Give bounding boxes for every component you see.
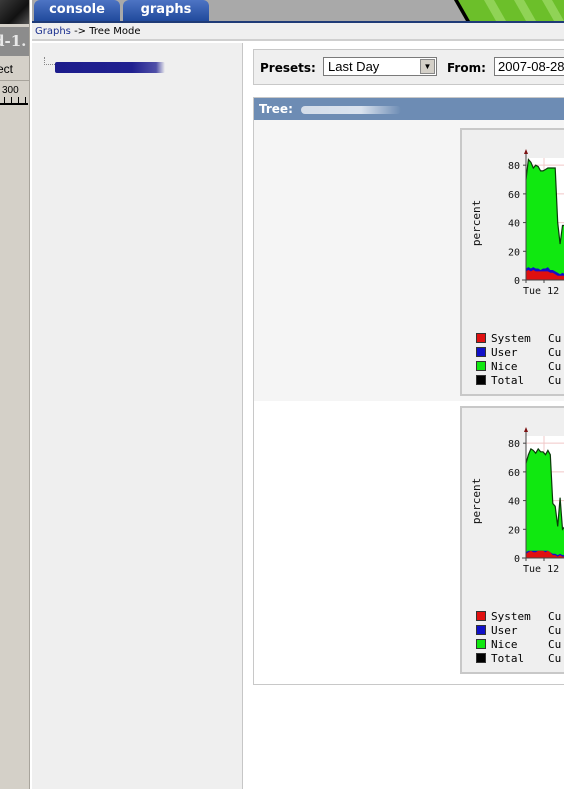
legend-item: User Cu: [476, 624, 564, 638]
legend-item: System Cu: [476, 332, 564, 346]
graph-legend: System Cu User Cu Nice Cu Total Cu: [476, 610, 564, 666]
legend-name: System: [491, 332, 531, 345]
background-thumbnail: [0, 0, 29, 24]
brand-logo: [444, 0, 564, 21]
y-axis-label: percent: [470, 200, 483, 246]
y-tick-label: 80: [508, 439, 520, 450]
y-tick-label: 20: [508, 247, 520, 258]
y-tick-label: 40: [508, 497, 520, 508]
legend-item: Total Cu: [476, 374, 564, 388]
tree-graphs-panel: Tree: 0 20 40 60 80 Tue 12 percent System Cu User…: [253, 97, 564, 685]
ruler-value: 300: [2, 85, 19, 96]
y-tick-label: 60: [508, 190, 520, 201]
tree-item-label-redacted[interactable]: [redacted]: [55, 62, 165, 73]
legend-current-value: Cu: [548, 624, 562, 637]
from-date-input[interactable]: 2007-08-28: [494, 57, 564, 76]
tree-sidebar: [redacted]: [32, 43, 243, 789]
breadcrumb-graphs-link[interactable]: Graphs: [35, 26, 71, 37]
legend-item: Nice Cu: [476, 360, 564, 374]
background-window-edge: d-1. ect 300: [0, 0, 30, 789]
legend-name: Nice: [491, 638, 518, 651]
legend-swatch: [476, 625, 486, 635]
legend-swatch: [476, 333, 486, 343]
cpu-graph-2[interactable]: 0 20 40 60 80 Tue 12 percent System Cu User Cu Nice…: [460, 406, 564, 674]
legend-item: Total Cu: [476, 652, 564, 666]
y-tick-label: 60: [508, 468, 520, 479]
x-tick-label: Tue 12: [523, 564, 559, 575]
breadcrumb-separator: ->: [74, 26, 87, 37]
y-tick-label: 0: [514, 554, 520, 565]
legend-current-value: Cu: [548, 638, 562, 651]
tree-connector: [44, 57, 55, 65]
y-tick-label: 40: [508, 219, 520, 230]
legend-swatch: [476, 611, 486, 621]
legend-current-value: Cu: [548, 346, 562, 359]
legend-swatch: [476, 361, 486, 371]
tree-header: Tree:: [254, 98, 564, 120]
presets-label: Presets:: [260, 61, 316, 75]
legend-item: Nice Cu: [476, 638, 564, 652]
chevron-down-icon[interactable]: ▼: [420, 59, 435, 74]
legend-current-value: Cu: [548, 332, 562, 345]
y-tick-label: 80: [508, 161, 520, 172]
tree-item[interactable]: [redacted]: [44, 57, 165, 73]
main-content: Presets: Last Day ▼ From: 2007-08-28 Tre…: [243, 43, 564, 789]
presets-select[interactable]: Last Day ▼: [323, 57, 437, 76]
y-axis-arrow-icon: [524, 427, 528, 432]
legend-name: System: [491, 610, 531, 623]
legend-swatch: [476, 653, 486, 663]
legend-current-value: Cu: [548, 374, 562, 387]
background-ruler: 300: [0, 84, 29, 106]
legend-name: Nice: [491, 360, 518, 373]
cacti-app: console graphs Graphs -> Tree Mode [reda…: [32, 0, 564, 789]
breadcrumb-current: Tree Mode: [89, 26, 141, 37]
y-tick-label: 0: [514, 276, 520, 287]
legend-name: User: [491, 346, 518, 359]
legend-item: User Cu: [476, 346, 564, 360]
legend-swatch: [476, 639, 486, 649]
legend-current-value: Cu: [548, 610, 562, 623]
background-window-title: d-1.: [0, 27, 29, 56]
legend-current-value: Cu: [548, 652, 562, 665]
graph-row: 0 20 40 60 80 Tue 12 percent System Cu User Cu Nice…: [254, 120, 564, 401]
y-axis-arrow-icon: [524, 149, 528, 154]
legend-name: Total: [491, 374, 525, 387]
x-tick-label: Tue 12: [523, 286, 559, 297]
tab-console[interactable]: console: [34, 0, 120, 21]
legend-swatch: [476, 375, 486, 385]
background-select-button[interactable]: ect: [0, 58, 29, 81]
top-nav-bar: console graphs: [32, 0, 564, 23]
legend-current-value: Cu: [548, 360, 562, 373]
graph-row: 0 20 40 60 80 Tue 12 percent System Cu User Cu Nice…: [254, 401, 564, 684]
from-label: From:: [447, 61, 486, 75]
presets-value: Last Day: [328, 59, 380, 74]
legend-item: System Cu: [476, 610, 564, 624]
tree-header-label: Tree:: [259, 102, 293, 116]
legend-name: Total: [491, 652, 525, 665]
graph-legend: System Cu User Cu Nice Cu Total Cu: [476, 332, 564, 388]
cpu-graph-1[interactable]: 0 20 40 60 80 Tue 12 percent System Cu User Cu Nice…: [460, 128, 564, 396]
y-tick-label: 20: [508, 525, 520, 536]
legend-swatch: [476, 347, 486, 357]
legend-name: User: [491, 624, 518, 637]
y-axis-label: percent: [470, 478, 483, 524]
tree-header-value-redacted: [301, 105, 402, 114]
breadcrumb: Graphs -> Tree Mode: [32, 23, 564, 41]
timespan-filter: Presets: Last Day ▼ From: 2007-08-28: [253, 49, 564, 85]
tab-graphs[interactable]: graphs: [123, 0, 209, 21]
